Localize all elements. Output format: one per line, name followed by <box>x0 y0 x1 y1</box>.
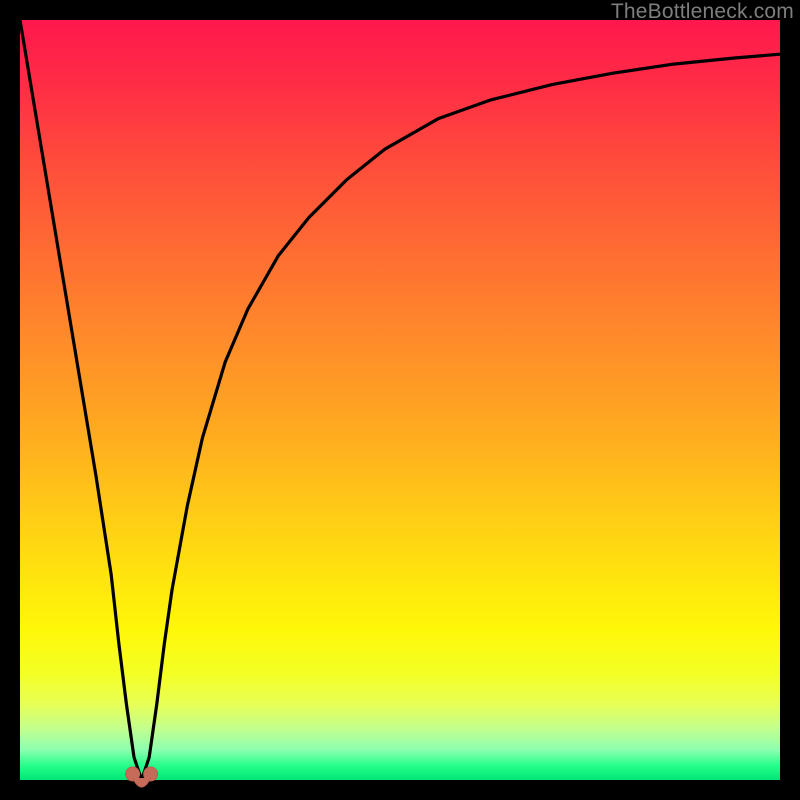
watermark-text: TheBottleneck.com <box>611 0 794 24</box>
optimum-marker-u <box>133 778 151 787</box>
bottleneck-curve <box>20 20 780 780</box>
chart-svg <box>20 20 780 780</box>
chart-frame: TheBottleneck.com <box>0 0 800 800</box>
